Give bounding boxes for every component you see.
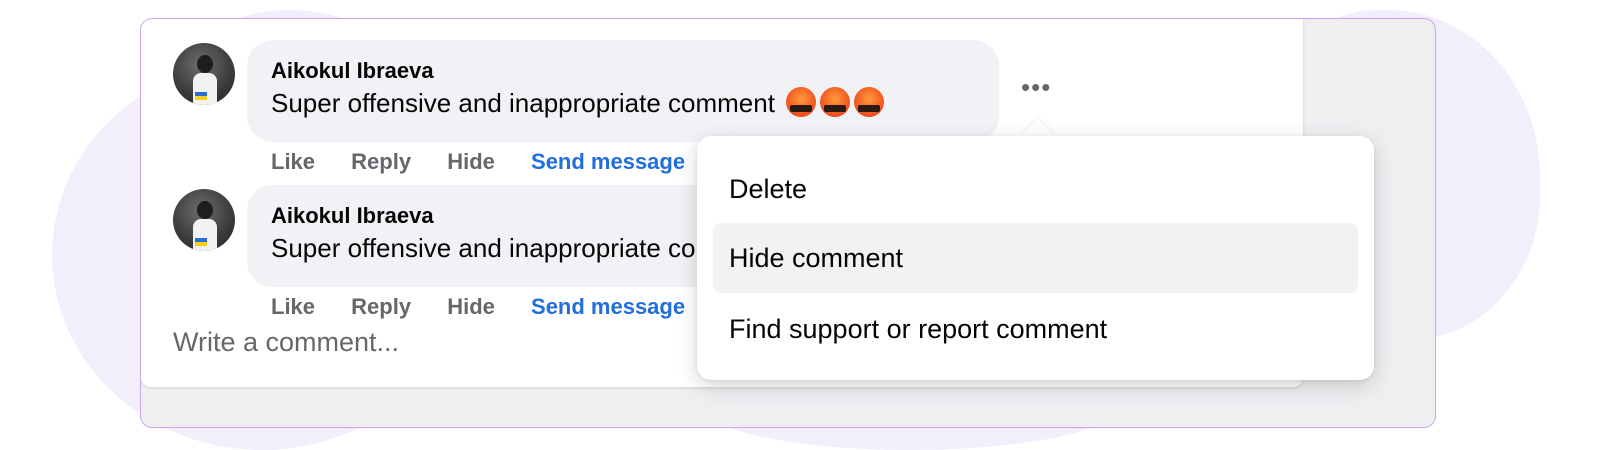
menu-item-hide-comment[interactable]: Hide comment [713,223,1358,293]
menu-item-delete[interactable]: Delete [713,154,1358,224]
send-message-button[interactable]: Send message [531,294,685,319]
reply-button[interactable]: Reply [351,294,411,319]
face-with-symbols-on-mouth-icon [820,87,851,117]
avatar[interactable] [173,43,235,105]
menu-item-report-comment[interactable]: Find support or report comment [713,294,1358,364]
screenshot-stage: Aikokul Ibraeva Super offensive and inap… [0,0,1600,450]
hide-button[interactable]: Hide [447,294,495,319]
flag-icon [195,96,207,100]
write-comment-input[interactable]: Write a comment... [173,327,399,358]
avatar-shirt [193,219,217,251]
avatar[interactable] [173,189,235,251]
flag-icon [195,242,207,246]
reply-button[interactable]: Reply [351,149,411,174]
avatar-head [197,201,213,219]
comment-text-row: Super offensive and inappropriate commen… [271,85,975,121]
hide-button[interactable]: Hide [447,149,495,174]
send-message-button[interactable]: Send message [531,149,685,174]
comment-text: Super offensive and inappropriate commen… [271,88,775,118]
more-options-icon[interactable]: ••• [1021,74,1051,100]
face-with-symbols-on-mouth-icon [854,87,885,117]
face-with-symbols-on-mouth-icon [786,87,817,117]
comment-author[interactable]: Aikokul Ibraeva [271,57,975,85]
avatar-shirt [193,73,217,105]
comment-options-menu: Delete Hide comment Find support or repo… [697,136,1374,380]
like-button[interactable]: Like [271,149,315,174]
like-button[interactable]: Like [271,294,315,319]
comment-bubble: Aikokul Ibraeva Super offensive and inap… [247,40,999,142]
comment-actions: Like Reply Hide Send message [271,149,715,175]
comment-actions: Like Reply Hide Send message [271,294,715,320]
avatar-head [197,55,213,73]
